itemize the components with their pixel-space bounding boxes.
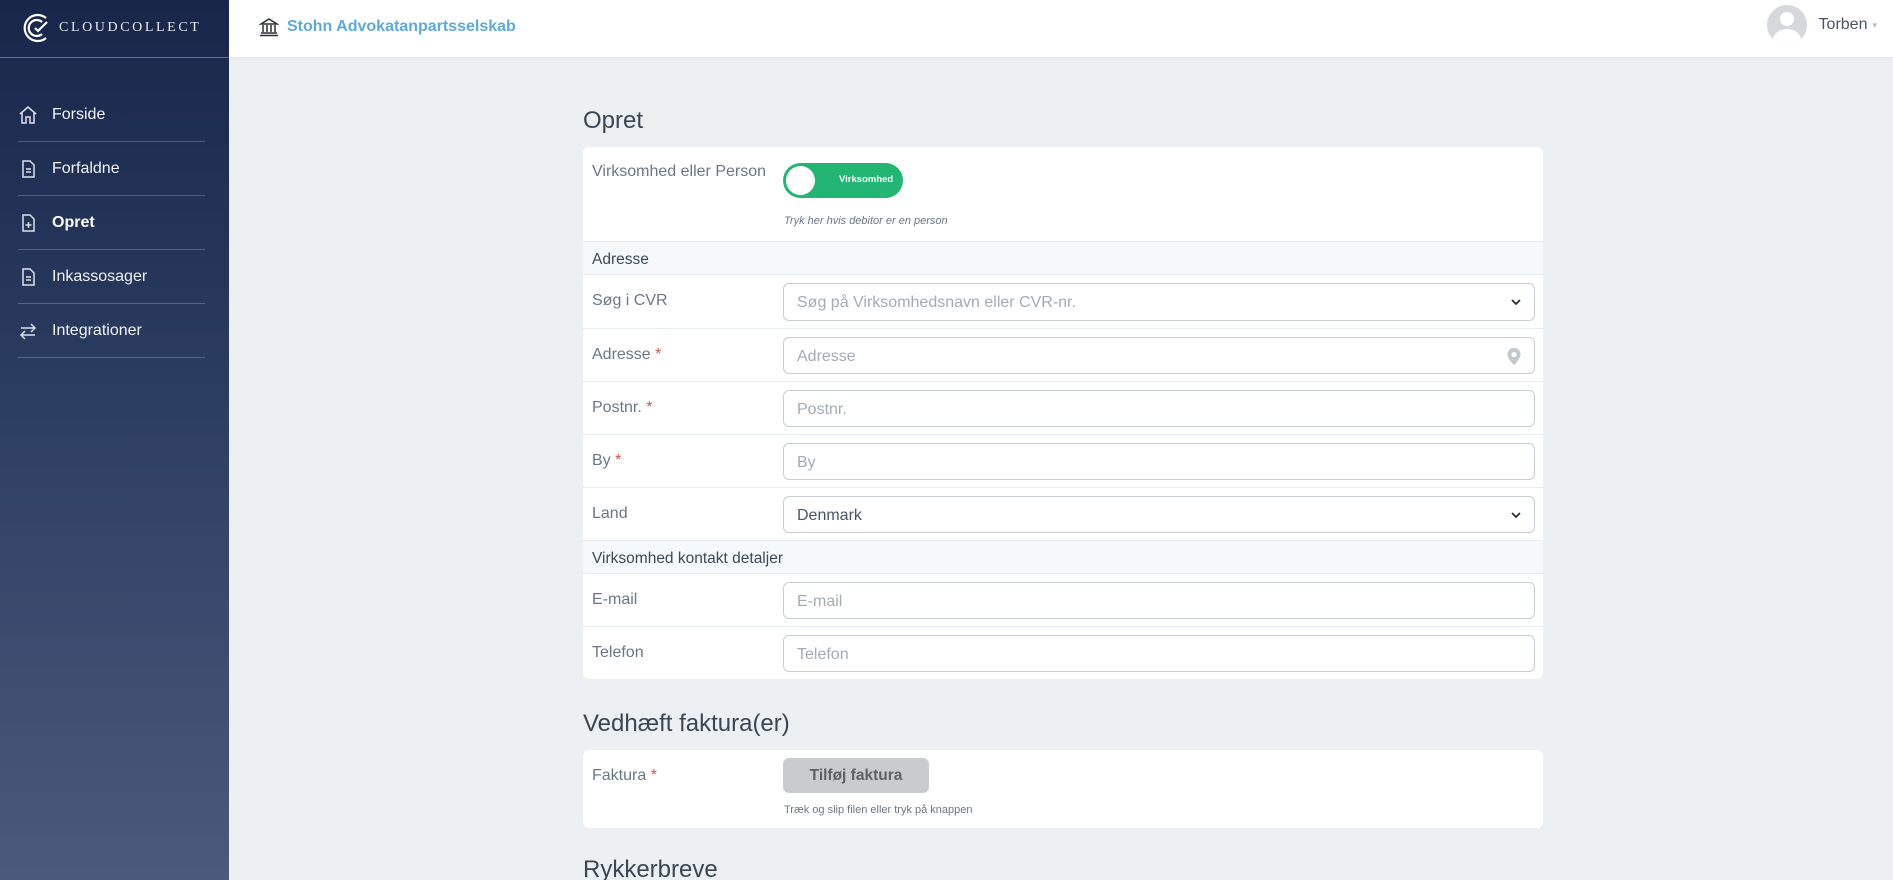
attach-invoice-card: Faktura * Tilføj faktura Træk og slip fi… xyxy=(583,750,1543,828)
home-icon xyxy=(18,105,38,125)
country-select[interactable]: Denmark xyxy=(783,496,1535,533)
phone-row: Telefon Telefon xyxy=(583,626,1543,679)
add-invoice-button[interactable]: Tilføj faktura xyxy=(783,758,929,793)
cvr-label: Søg i CVR xyxy=(592,292,668,309)
email-input[interactable]: E-mail xyxy=(783,582,1535,619)
sidebar-item-inkassosager[interactable]: Inkassosager xyxy=(18,250,205,304)
create-debtor-card: Virksomhed eller Person Virksomhed Tryk … xyxy=(583,147,1543,679)
reminders-section-title: Rykkerbreve xyxy=(583,856,718,880)
address-input[interactable]: Adresse xyxy=(783,337,1535,374)
phone-input[interactable]: Telefon xyxy=(783,635,1535,672)
invoice-label: Faktura * xyxy=(592,767,657,784)
bank-building-icon xyxy=(259,18,279,37)
address-section-title: Adresse xyxy=(592,251,649,268)
phone-label: Telefon xyxy=(592,644,644,661)
cloudcollect-logo-icon xyxy=(23,13,48,43)
toggle-label: Virksomhed xyxy=(839,174,894,185)
sidebar-item-label: Inkassosager xyxy=(52,267,148,285)
toggle-knob xyxy=(786,166,815,195)
sidebar-nav: Forside Forfaldne Opret Inkassosager Int… xyxy=(18,88,205,358)
sidebar-item-label: Integrationer xyxy=(52,321,142,339)
postal-label: Postnr. * xyxy=(592,399,653,416)
sidebar-item-label: Forside xyxy=(52,105,106,123)
city-input[interactable]: By xyxy=(783,443,1535,480)
sidebar-item-forfaldne[interactable]: Forfaldne xyxy=(18,142,205,196)
address-label: Adresse * xyxy=(592,346,662,363)
email-row: E-mail E-mail xyxy=(583,573,1543,626)
document-plus-icon xyxy=(18,213,38,233)
country-row: Land Denmark xyxy=(583,487,1543,540)
postal-placeholder: Postnr. xyxy=(797,401,847,418)
cvr-placeholder: Søg på Virksomhedsnavn eller CVR-nr. xyxy=(797,294,1076,311)
city-label: By * xyxy=(592,452,622,469)
attach-section-title: Vedhæft faktura(er) xyxy=(583,710,790,737)
city-placeholder: By xyxy=(797,454,816,471)
drop-help-text: Træk og slip filen eller tryk på knappen xyxy=(784,804,973,816)
company-person-toggle[interactable]: Virksomhed xyxy=(783,163,903,198)
email-label: E-mail xyxy=(592,591,638,608)
chevron-down-icon: ▾ xyxy=(1872,19,1877,30)
cvr-search-select[interactable]: Søg på Virksomhedsnavn eller CVR-nr. xyxy=(783,283,1535,321)
user-name: Torben xyxy=(1818,16,1868,33)
city-row: By * By xyxy=(583,434,1543,487)
map-pin-icon xyxy=(1507,348,1521,365)
sidebar-divider xyxy=(0,57,229,58)
user-menu[interactable]: Torben ▾ xyxy=(1766,5,1877,45)
logo[interactable]: CLOUDCOLLECT xyxy=(22,11,201,45)
contact-section-title: Virksomhed kontakt detaljer xyxy=(592,550,783,567)
country-value: Denmark xyxy=(797,507,862,524)
address-placeholder: Adresse xyxy=(797,348,856,365)
company-name: Stohn Advokatanpartsselskab xyxy=(287,18,516,35)
type-label: Virksomhed eller Person xyxy=(592,163,767,180)
page-title: Opret xyxy=(583,107,644,134)
document-icon xyxy=(18,267,38,287)
logo-text: CLOUDCOLLECT xyxy=(59,20,202,35)
document-icon xyxy=(18,159,38,179)
address-section-header: Adresse xyxy=(583,241,1543,274)
swap-arrows-icon xyxy=(18,321,38,341)
country-label: Land xyxy=(592,505,628,522)
chevron-down-icon xyxy=(1511,512,1521,519)
contact-section-header: Virksomhed kontakt detaljer xyxy=(583,540,1543,573)
sidebar-item-label: Forfaldne xyxy=(52,159,120,177)
company-switcher[interactable]: Stohn Advokatanpartsselskab xyxy=(259,17,516,37)
postal-input[interactable]: Postnr. xyxy=(783,390,1535,427)
sidebar-item-opret[interactable]: Opret xyxy=(18,196,205,250)
postal-row: Postnr. * Postnr. xyxy=(583,381,1543,434)
sidebar-item-label: Opret xyxy=(52,213,95,231)
sidebar: CLOUDCOLLECT Forside Forfaldne Opret Ink… xyxy=(0,0,229,880)
sidebar-item-forside[interactable]: Forside xyxy=(18,88,205,142)
toggle-help-text: Tryk her hvis debitor er en person xyxy=(784,215,948,227)
top-header: Stohn Advokatanpartsselskab Torben ▾ xyxy=(229,0,1893,57)
cvr-row: Søg i CVR Søg på Virksomhedsnavn eller C… xyxy=(583,274,1543,328)
type-row: Virksomhed eller Person Virksomhed Tryk … xyxy=(583,147,1543,241)
sidebar-item-integrationer[interactable]: Integrationer xyxy=(18,304,205,358)
email-placeholder: E-mail xyxy=(797,593,843,610)
chevron-down-icon xyxy=(1511,299,1521,306)
address-row: Adresse * Adresse xyxy=(583,328,1543,381)
avatar xyxy=(1766,5,1807,45)
phone-placeholder: Telefon xyxy=(797,646,849,663)
